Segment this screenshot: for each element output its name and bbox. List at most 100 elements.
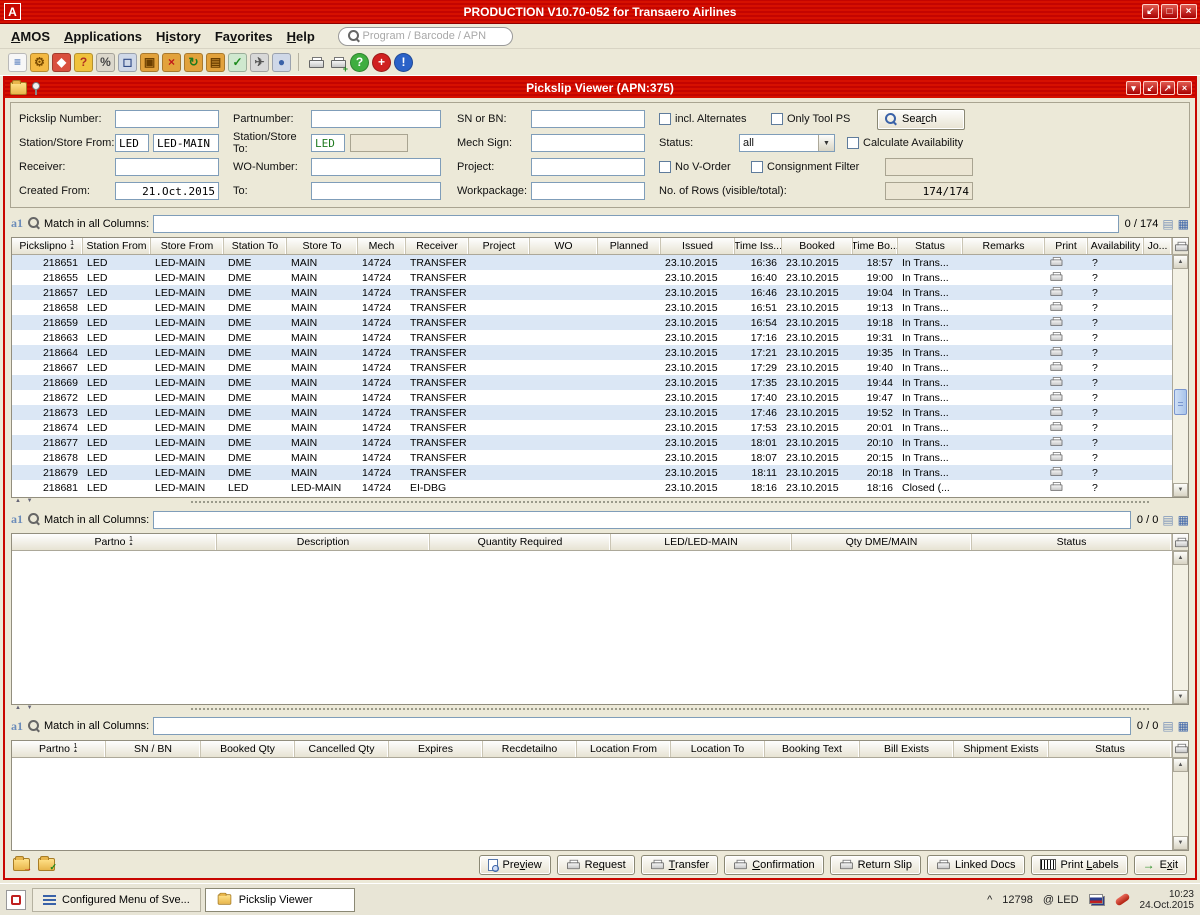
confirm-pickslip-icon[interactable]: ✓: [38, 858, 55, 871]
column-header-status[interactable]: Status: [972, 534, 1172, 550]
request-button[interactable]: Request: [557, 855, 635, 875]
calculate-availability-checkbox[interactable]: Calculate Availability: [847, 137, 963, 149]
print-icon[interactable]: [306, 53, 325, 72]
receiver-input[interactable]: [115, 158, 219, 176]
column-header-shipment-exists[interactable]: Shipment Exists: [954, 741, 1049, 757]
store-from-input[interactable]: [153, 134, 219, 152]
splitter-2[interactable]: ▲ ▼: [11, 705, 1189, 713]
taskbar-item-configured-menu-of-sve[interactable]: Configured Menu of Sve...: [32, 888, 201, 912]
print-row-icon[interactable]: [1050, 362, 1061, 371]
column-header-partno[interactable]: Partno1▲: [12, 534, 217, 550]
preview-button[interactable]: Preview: [479, 855, 551, 875]
column-header-time-iss[interactable]: Time Iss...: [735, 238, 782, 254]
pickslip-row-218677[interactable]: 218677LEDLED-MAINDMEMAIN14724TRANSFER23.…: [12, 435, 1172, 450]
exit-button[interactable]: →Exit: [1134, 855, 1187, 875]
info-icon[interactable]: !: [394, 53, 413, 72]
column-config-icon[interactable]: ▦: [1178, 217, 1189, 231]
document-viewer-icon[interactable]: ◻: [118, 53, 137, 72]
column-header-print[interactable]: Print: [1045, 238, 1088, 254]
row-filter-icon[interactable]: ▤: [1162, 513, 1173, 527]
column-header-description[interactable]: Description: [217, 534, 430, 550]
help-icon[interactable]: ?: [350, 53, 369, 72]
station-from-input[interactable]: [115, 134, 149, 152]
column-header-qty-dme-main[interactable]: Qty DME/MAIN: [792, 534, 972, 550]
global-search-icon[interactable]: ●: [272, 53, 291, 72]
minimize-button[interactable]: ↙: [1142, 4, 1159, 19]
restore-button[interactable]: ↙: [1143, 81, 1158, 95]
scroll-up-icon[interactable]: ▲: [1173, 255, 1188, 269]
scroll-down-icon[interactable]: ▼: [1173, 483, 1188, 497]
workpackage-input[interactable]: [531, 182, 645, 200]
pickslip-row-218672[interactable]: 218672LEDLED-MAINDMEMAIN14724TRANSFER23.…: [12, 390, 1172, 405]
pickslip-row-218667[interactable]: 218667LEDLED-MAINDMEMAIN14724TRANSFER23.…: [12, 360, 1172, 375]
column-header-pickslipno[interactable]: Pickslipno1▲: [12, 238, 83, 254]
row-filter-icon[interactable]: ▤: [1162, 217, 1173, 231]
column-header-store-from[interactable]: Store From: [151, 238, 224, 254]
column-header-store-to[interactable]: Store To: [287, 238, 358, 254]
configured-menu-icon[interactable]: ≡: [8, 53, 27, 72]
splitter-1[interactable]: ▲ ▼: [11, 498, 1189, 506]
incl-alternates-checkbox[interactable]: incl. Alternates: [659, 113, 771, 125]
menu-item-favorites[interactable]: Favorites: [212, 26, 284, 47]
print-row-icon[interactable]: [1050, 392, 1061, 401]
column-header-sn-bn[interactable]: SN / BN: [106, 741, 201, 757]
print-row-icon[interactable]: [1050, 347, 1061, 356]
pickslip-row-218658[interactable]: 218658LEDLED-MAINDMEMAIN14724TRANSFER23.…: [12, 300, 1172, 315]
transfer-button[interactable]: Transfer: [641, 855, 719, 875]
column-header-station-from[interactable]: Station From: [83, 238, 151, 254]
scroll-track[interactable]: [1173, 565, 1188, 690]
pickslip-row-218681[interactable]: 218681LEDLED-MAINLEDLED-MAIN14724EI-DBG2…: [12, 480, 1172, 495]
print-labels-button[interactable]: Print Labels: [1031, 855, 1128, 875]
menu-item-applications[interactable]: Applications: [61, 26, 153, 47]
column-header-bill-exists[interactable]: Bill Exists: [860, 741, 954, 757]
column-header-cancelled-qty[interactable]: Cancelled Qty: [295, 741, 389, 757]
chevron-down-icon[interactable]: ▼: [818, 135, 834, 151]
scroll-down-icon[interactable]: ▼: [1173, 690, 1188, 704]
print-row-icon[interactable]: [1050, 422, 1061, 431]
column-header-quantity-required[interactable]: Quantity Required: [430, 534, 611, 550]
pickslip-row-218679[interactable]: 218679LEDLED-MAINDMEMAIN14724TRANSFER23.…: [12, 465, 1172, 480]
project-input[interactable]: [531, 158, 645, 176]
pickslip-row-218651[interactable]: 218651LEDLED-MAINDMEMAIN14724TRANSFER23.…: [12, 255, 1172, 270]
no-v-order-checkbox[interactable]: No V-Order: [659, 161, 751, 173]
scrap-part-icon[interactable]: ×: [162, 53, 181, 72]
match-mode-icon[interactable]: a1: [11, 512, 23, 527]
consignment-filter-checkbox[interactable]: Consignment Filter: [751, 161, 885, 173]
workorder-clock-icon[interactable]: ⚙: [30, 53, 49, 72]
match-search-icon[interactable]: [27, 513, 40, 526]
column-header-location-to[interactable]: Location To: [671, 741, 765, 757]
column-header-booked[interactable]: Booked: [782, 238, 853, 254]
program-search-box[interactable]: [338, 27, 513, 46]
material-status-icon[interactable]: ◆: [52, 53, 71, 72]
parts-table-scrollbar[interactable]: ▲ ▼: [1172, 534, 1188, 704]
pickslip-row-218678[interactable]: 218678LEDLED-MAINDMEMAIN14724TRANSFER23.…: [12, 450, 1172, 465]
support-icon[interactable]: +: [372, 53, 391, 72]
column-header-mech[interactable]: Mech: [358, 238, 406, 254]
bookings-table-scrollbar[interactable]: ▲ ▼: [1172, 741, 1188, 850]
column-header-partno[interactable]: Partno1▲: [12, 741, 106, 757]
column-header-remarks[interactable]: Remarks: [963, 238, 1045, 254]
aircraft-maintenance-icon[interactable]: ✈: [250, 53, 269, 72]
search-button[interactable]: Search: [877, 109, 965, 130]
column-header-recdetailno[interactable]: Recdetailno: [483, 741, 577, 757]
sn-or-bn-input[interactable]: [531, 110, 645, 128]
menu-item-history[interactable]: History: [153, 26, 212, 47]
part-exchange-icon[interactable]: ↻: [184, 53, 203, 72]
status-dropdown[interactable]: all ▼: [739, 134, 835, 152]
column-header-location-from[interactable]: Location From: [577, 741, 671, 757]
session-indicator-icon[interactable]: [6, 890, 26, 910]
print-row-icon[interactable]: [1050, 452, 1061, 461]
scroll-up-icon[interactable]: ▲: [1173, 551, 1188, 565]
column-header-project[interactable]: Project: [469, 238, 530, 254]
scroll-down-icon[interactable]: ▼: [1173, 836, 1188, 850]
print-row-icon[interactable]: [1050, 317, 1061, 326]
match-mode-icon[interactable]: a1: [11, 216, 23, 231]
pickslip-row-218669[interactable]: 218669LEDLED-MAINDMEMAIN14724TRANSFER23.…: [12, 375, 1172, 390]
scroll-up-icon[interactable]: ▲: [1173, 758, 1188, 772]
match-input-bookings[interactable]: [153, 717, 1131, 735]
row-filter-icon[interactable]: ▤: [1162, 719, 1173, 733]
column-config-icon[interactable]: ▦: [1178, 719, 1189, 733]
maximize-button[interactable]: □: [1161, 4, 1178, 19]
scroll-thumb[interactable]: [1174, 389, 1187, 415]
column-config-icon[interactable]: ▦: [1178, 513, 1189, 527]
